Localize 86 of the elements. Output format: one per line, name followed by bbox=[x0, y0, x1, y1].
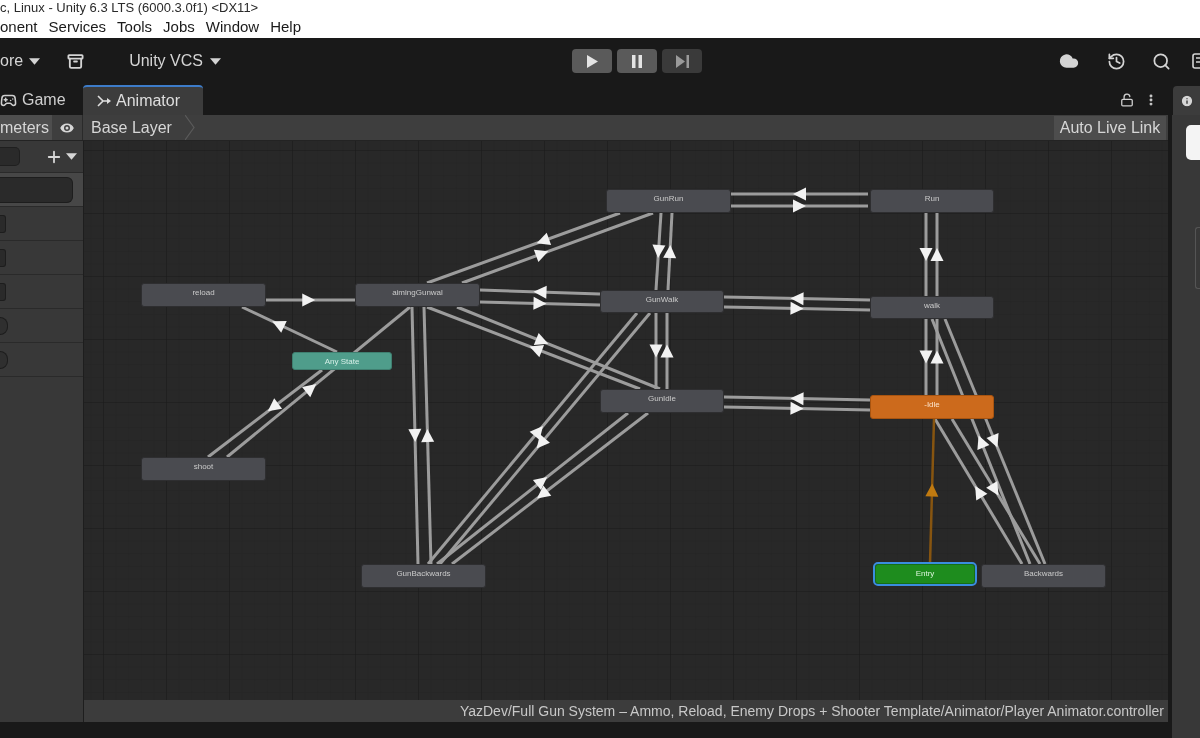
panel-tab[interactable]: meters bbox=[0, 115, 52, 140]
transition-arrow[interactable] bbox=[408, 306, 422, 565]
transition-arrow[interactable] bbox=[943, 318, 1047, 565]
transition-arrow[interactable] bbox=[479, 296, 601, 310]
transition-arrow[interactable] bbox=[207, 368, 323, 459]
inspector-tab[interactable] bbox=[1173, 86, 1200, 115]
pause-button[interactable] bbox=[617, 49, 657, 73]
value-field[interactable] bbox=[0, 282, 6, 301]
caret-icon bbox=[66, 153, 77, 160]
transition-arrow[interactable] bbox=[731, 199, 868, 213]
value-field[interactable] bbox=[0, 248, 6, 267]
transition-arrow[interactable] bbox=[241, 305, 338, 354]
transition-arrow[interactable] bbox=[731, 187, 868, 201]
entry-node[interactable]: Entry bbox=[875, 564, 975, 584]
transition-arrow[interactable] bbox=[930, 319, 944, 395]
state-node[interactable]: GunRun bbox=[606, 189, 731, 213]
transition-arrow[interactable] bbox=[660, 313, 674, 389]
transition-arrow[interactable] bbox=[479, 285, 601, 299]
menu-item[interactable]: onent bbox=[0, 17, 38, 37]
transition-arrow[interactable] bbox=[930, 213, 944, 296]
transition-arrow[interactable] bbox=[663, 212, 677, 291]
editor-tab[interactable]: Animator bbox=[83, 85, 203, 115]
archive-icon[interactable] bbox=[67, 52, 85, 70]
transition-arrow[interactable] bbox=[649, 313, 663, 389]
transition-arrow[interactable] bbox=[919, 319, 933, 395]
info-icon bbox=[1179, 93, 1194, 108]
state-node[interactable]: GunWalk bbox=[600, 290, 724, 313]
state-node[interactable]: Backwards bbox=[981, 564, 1106, 588]
default-state-node[interactable]: -Idle bbox=[870, 395, 994, 419]
version-control-dropdown[interactable]: Unity VCS bbox=[129, 51, 221, 71]
menu-item[interactable]: Help bbox=[270, 17, 301, 37]
transition-arrow[interactable] bbox=[456, 305, 661, 391]
transition-arrow[interactable] bbox=[266, 293, 355, 307]
state-node[interactable]: walk bbox=[870, 296, 994, 319]
transition-arrow[interactable] bbox=[723, 301, 871, 315]
caret-icon bbox=[29, 57, 41, 65]
trigger-toggle[interactable] bbox=[0, 350, 8, 369]
layout-icon[interactable] bbox=[1192, 53, 1200, 69]
transition-arrow[interactable] bbox=[652, 212, 666, 291]
play-button[interactable] bbox=[572, 49, 612, 73]
transition-arrow[interactable] bbox=[421, 306, 435, 565]
trigger-toggle[interactable] bbox=[0, 316, 8, 335]
chevron-icon bbox=[185, 115, 195, 140]
state-node[interactable]: GunBackwards bbox=[361, 564, 486, 588]
transition-arrow[interactable] bbox=[426, 211, 621, 285]
layer-breadcrumb[interactable]: Base Layer bbox=[83, 115, 195, 140]
transition-arrow[interactable] bbox=[226, 305, 411, 459]
menu-item[interactable]: Window bbox=[205, 17, 260, 37]
name-field[interactable] bbox=[0, 176, 73, 203]
asset-path: YazDev/Full Gun System – Ammo, Reload, Enemy Drops + Shooter Template/Animator/Player Animator.controller bbox=[459, 702, 1164, 720]
search-icon[interactable] bbox=[1152, 51, 1171, 71]
state-node[interactable]: reload bbox=[141, 283, 266, 307]
transition-arrow[interactable] bbox=[933, 418, 1024, 565]
transition-arrow[interactable] bbox=[436, 411, 629, 566]
window-title: c, Linux - Unity 6.3 LTS (6000.3.0f1) <DX11> bbox=[0, 0, 259, 16]
default-transition-arrow[interactable] bbox=[925, 418, 939, 565]
state-node[interactable]: shoot bbox=[141, 457, 266, 481]
state-node[interactable]: GunIdle bbox=[600, 389, 724, 413]
search-field[interactable] bbox=[0, 147, 20, 166]
live-link-button[interactable]: Auto Live Link bbox=[1054, 115, 1166, 140]
asset-preview bbox=[1186, 125, 1200, 160]
transition-arrow[interactable] bbox=[426, 305, 641, 391]
menu-item[interactable]: Tools bbox=[117, 17, 153, 37]
step-forward-icon bbox=[675, 54, 689, 68]
lock-icon[interactable] bbox=[1120, 93, 1134, 107]
transition-arrow[interactable] bbox=[919, 213, 933, 296]
play-icon bbox=[586, 54, 598, 68]
transition-arrow[interactable] bbox=[723, 401, 871, 415]
state-node[interactable]: Run bbox=[870, 189, 994, 213]
menu-item[interactable]: Jobs bbox=[163, 17, 195, 37]
history-icon[interactable] bbox=[1107, 51, 1126, 71]
pause-icon bbox=[632, 54, 642, 68]
branch-arrow-icon bbox=[97, 95, 111, 107]
editor-tab[interactable]: Game bbox=[0, 85, 78, 115]
cloud-icon[interactable] bbox=[1059, 51, 1079, 71]
transition-arrow[interactable] bbox=[723, 292, 871, 306]
state-node[interactable]: aimingGunwal bbox=[355, 283, 480, 307]
transition-arrow[interactable] bbox=[461, 211, 654, 285]
transition-arrow[interactable] bbox=[723, 392, 871, 406]
menu-item[interactable]: Services bbox=[48, 17, 107, 37]
inspector-field bbox=[1195, 227, 1200, 289]
account-dropdown[interactable]: ore bbox=[0, 51, 41, 71]
transition-arrow[interactable] bbox=[950, 418, 1042, 565]
value-field[interactable] bbox=[0, 214, 6, 233]
transition-arrow[interactable] bbox=[451, 411, 649, 566]
caret-icon bbox=[209, 57, 221, 65]
